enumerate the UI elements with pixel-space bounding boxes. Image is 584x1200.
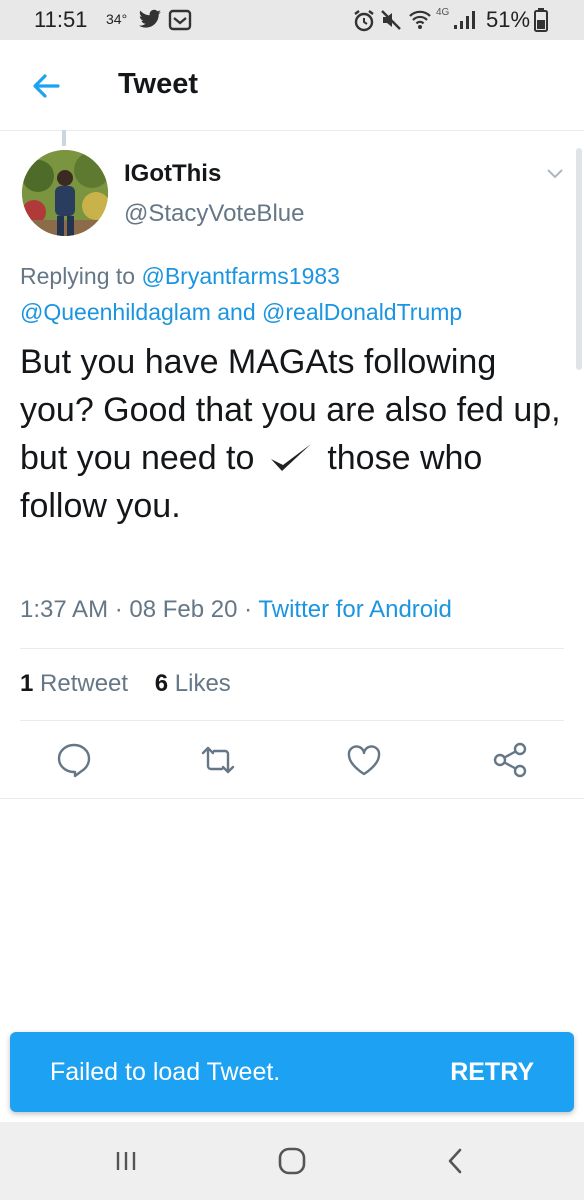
toast-message: Failed to load Tweet. (50, 1058, 281, 1086)
tweet-date: 08 Feb 20 (129, 596, 238, 623)
status-time: 11:51 (34, 7, 88, 32)
recent-apps-icon[interactable] (106, 1144, 146, 1178)
signal-icon (454, 11, 475, 29)
meta-separator: · (114, 596, 123, 623)
alarm-icon (354, 10, 374, 32)
mute-icon (381, 10, 401, 30)
retweet-icon[interactable] (198, 740, 238, 780)
back-icon[interactable] (436, 1144, 476, 1178)
mention-joiner[interactable]: and (217, 299, 255, 325)
tweet-source[interactable]: Twitter for Android (258, 596, 451, 623)
status-bar: 11:51 34° 4G 51% (0, 0, 584, 40)
tweet-meta: 1:37 AM · 08 Feb 20 · Twitter for Androi… (20, 596, 452, 624)
mention-link[interactable]: @Bryantfarms1983 (141, 263, 340, 289)
replying-to: Replying to @Bryantfarms1983 @Queenhilda… (20, 258, 570, 330)
page-title: Tweet (118, 68, 199, 100)
avatar-photo (22, 150, 108, 236)
scrollbar[interactable] (576, 148, 582, 370)
network-type: 4G (436, 7, 450, 18)
meta-separator: · (244, 596, 253, 623)
reply-icon[interactable] (54, 740, 94, 780)
mention-link[interactable]: @Queenhildaglam (20, 299, 211, 325)
arrow-left-icon[interactable] (28, 68, 64, 104)
mention-link[interactable]: @realDonaldTrump (262, 299, 462, 325)
battery-percent: 51% (486, 7, 531, 32)
retweets-count: 1 (20, 670, 34, 697)
tweet-stats: 1 Retweet 6 Likes (20, 670, 231, 698)
app-bar: Tweet (0, 40, 584, 131)
battery-icon (534, 8, 548, 32)
replying-prefix: Replying to (20, 263, 136, 289)
twitter-icon (139, 9, 161, 28)
retweets-label: Retweet (40, 670, 129, 697)
tweet-text: But you have MAGAts following you? Good … (20, 338, 570, 530)
check-mark-icon (270, 444, 311, 471)
image-icon (168, 9, 192, 31)
home-icon[interactable] (272, 1144, 312, 1178)
wifi-icon (409, 10, 431, 29)
system-nav-bar (0, 1122, 584, 1200)
divider (20, 720, 564, 721)
likes-label: Likes (174, 670, 231, 697)
divider (20, 648, 564, 649)
tweet-actions (0, 740, 584, 784)
error-toast: Failed to load Tweet. RETRY (10, 1032, 574, 1112)
divider (0, 798, 584, 799)
user-handle[interactable]: @StacyVoteBlue (124, 200, 304, 228)
likes-stat[interactable]: 6 Likes (155, 670, 231, 697)
display-name[interactable]: IGotThis (124, 160, 221, 188)
thread-connector (62, 130, 66, 146)
share-icon[interactable] (490, 740, 530, 780)
status-temperature: 34° (106, 11, 128, 27)
like-icon[interactable] (344, 740, 384, 780)
avatar[interactable] (22, 150, 108, 236)
tweet-time: 1:37 AM (20, 596, 109, 623)
likes-count: 6 (154, 670, 169, 697)
retry-button[interactable]: RETRY (450, 1058, 534, 1087)
chevron-down-icon[interactable] (544, 162, 566, 184)
retweets-stat[interactable]: 1 Retweet (20, 670, 128, 697)
